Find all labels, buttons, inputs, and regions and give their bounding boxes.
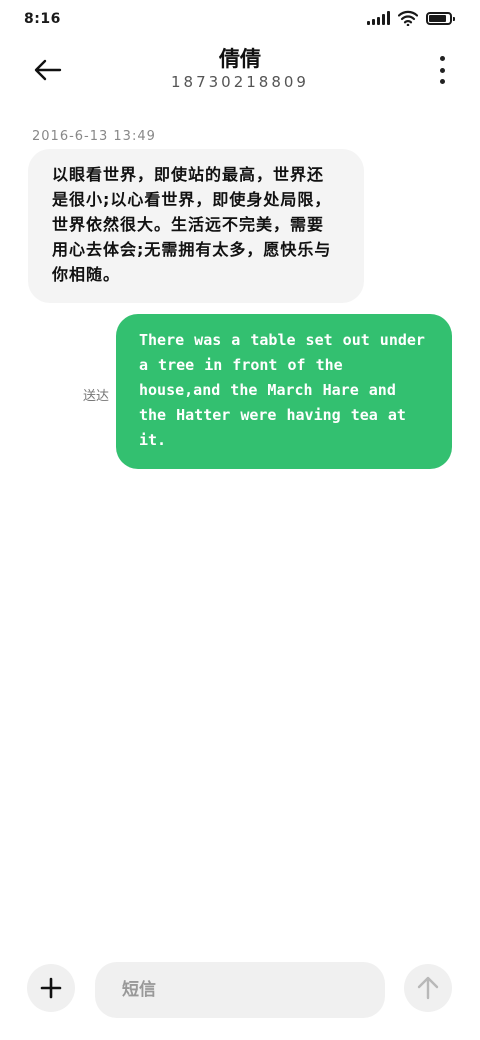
battery-icon: [426, 11, 455, 25]
cell-signal-icon: [367, 11, 390, 25]
messaging-screen: 8:16 倩倩 18730218809 2016-6-13 13:49 以眼看世…: [0, 0, 480, 1040]
send-button[interactable]: [404, 964, 452, 1012]
arrow-up-icon: [417, 976, 439, 1000]
status-time: 8:16: [24, 11, 61, 27]
status-icons: [367, 10, 455, 26]
add-attachment-button[interactable]: [27, 964, 75, 1012]
more-options-button[interactable]: [434, 56, 450, 84]
compose-bar: [0, 958, 480, 1022]
contact-info: 倩倩 18730218809: [0, 46, 480, 92]
message-timestamp: 2016-6-13 13:49: [32, 129, 156, 144]
message-input[interactable]: [95, 962, 385, 1018]
battery-fill: [429, 14, 446, 22]
plus-icon: [40, 977, 62, 999]
wifi-icon: [398, 10, 418, 26]
status-bar: 8:16: [0, 0, 480, 40]
outgoing-message-bubble[interactable]: There was a table set out under a tree i…: [116, 314, 452, 469]
contact-number: 18730218809: [171, 73, 309, 91]
contact-name: 倩倩: [219, 47, 261, 71]
conversation-header: 倩倩 18730218809: [0, 40, 480, 110]
more-vertical-icon: [439, 56, 445, 61]
delivery-status: 送达: [83, 389, 110, 404]
incoming-message-bubble[interactable]: 以眼看世界，即使站的最高，世界还是很小;以心看世界，即使身处局限，世界依然很大。…: [28, 149, 364, 303]
